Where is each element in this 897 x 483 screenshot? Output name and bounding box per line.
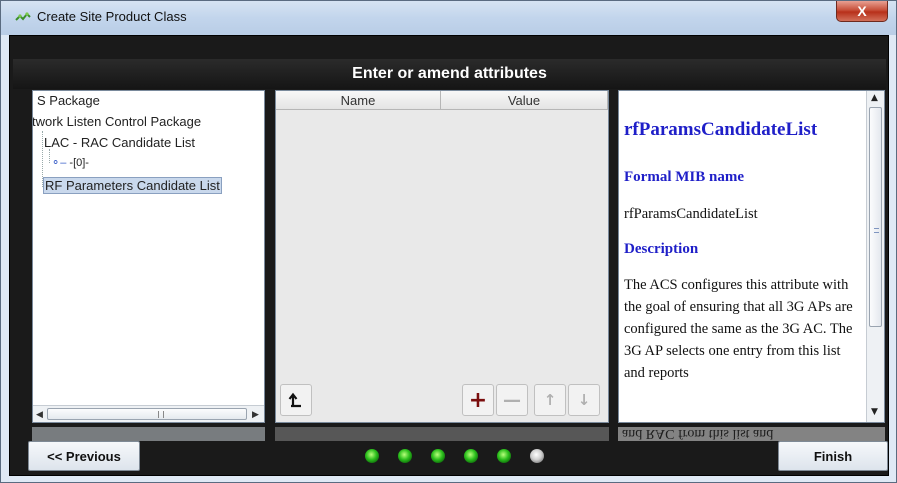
add-row-button[interactable]: +: [462, 384, 494, 416]
remove-row-button[interactable]: —: [496, 384, 528, 416]
scroll-right-icon[interactable]: ▶: [252, 410, 259, 420]
close-icon: X: [857, 3, 867, 19]
description-text: The ACS configures this attribute with t…: [624, 277, 853, 381]
attribute-table: Name Value + — ↑ ↓: [275, 90, 609, 423]
attribute-title: rfParamsCandidateList: [624, 119, 818, 140]
scroll-left-icon[interactable]: ◀: [36, 410, 43, 420]
step-dot-complete: [431, 449, 445, 463]
tree-item-lac-rac[interactable]: LAC - RAC Candidate List: [44, 135, 195, 150]
attribute-tree: S Package twork Listen Control Package L…: [32, 90, 265, 423]
description-panel: rfParamsCandidateList Formal MIB name rf…: [618, 90, 885, 423]
step-dot-complete: [464, 449, 478, 463]
scrollbar-thumb[interactable]: [47, 408, 247, 420]
close-button[interactable]: X: [836, 1, 888, 22]
grip-icon: [158, 411, 164, 418]
tree-item-label: -[0]-: [69, 157, 89, 169]
move-up-level-button[interactable]: [280, 384, 312, 416]
step-dot-current: [530, 449, 544, 463]
window-title: Create Site Product Class: [37, 9, 187, 24]
finish-button[interactable]: Finish: [778, 441, 888, 471]
table-toolbar: + — ↑ ↓: [276, 376, 608, 422]
column-header-name[interactable]: Name: [276, 91, 441, 110]
move-down-button[interactable]: ↓: [568, 384, 600, 416]
tree-item-index-0[interactable]: ⚬– -[0]-: [51, 156, 89, 169]
move-up-button[interactable]: ↑: [534, 384, 566, 416]
grip-icon: [874, 228, 879, 233]
scrollbar-thumb[interactable]: [869, 107, 882, 327]
arrow-down-icon: ↓: [577, 391, 591, 409]
return-up-icon: [288, 392, 301, 408]
description-vertical-scrollbar[interactable]: ▲ ▼: [866, 91, 884, 422]
formal-mib-value: rfParamsCandidateList: [624, 206, 758, 222]
plus-icon: +: [468, 387, 488, 413]
formal-mib-heading: Formal MIB name: [624, 169, 744, 185]
title-bar: Create Site Product Class X: [1, 1, 896, 35]
step-dot-complete: [497, 449, 511, 463]
tree-item-package[interactable]: S Package: [37, 93, 100, 108]
step-dot-complete: [398, 449, 412, 463]
description-content: rfParamsCandidateList Formal MIB name rf…: [619, 91, 865, 422]
previous-button[interactable]: << Previous: [28, 441, 140, 471]
panel-reflection: and RAC from this list and: [32, 427, 885, 441]
minus-icon: —: [503, 389, 521, 411]
step-dot-complete: [365, 449, 379, 463]
column-header-value[interactable]: Value: [441, 91, 608, 110]
page-heading: Enter or amend attributes: [13, 59, 886, 89]
app-icon: [15, 12, 31, 21]
wizard-step-indicator: [361, 446, 551, 466]
scroll-down-icon[interactable]: ▼: [871, 407, 878, 417]
arrow-up-icon: ↑: [543, 391, 557, 409]
scroll-up-icon[interactable]: ▲: [871, 93, 878, 103]
tree-item-rf-parameters[interactable]: RF Parameters Candidate List: [43, 177, 222, 194]
tree-horizontal-scrollbar[interactable]: ◀ ▶: [33, 405, 264, 422]
description-heading: Description: [624, 241, 699, 257]
tree-connector: [49, 149, 50, 163]
tree-item-network-listen[interactable]: twork Listen Control Package: [33, 114, 201, 129]
key-icon: ⚬–: [51, 157, 67, 169]
dialog-window: Create Site Product Class X Enter or ame…: [0, 0, 897, 483]
reflection-text: and RAC from this list and: [622, 427, 774, 441]
